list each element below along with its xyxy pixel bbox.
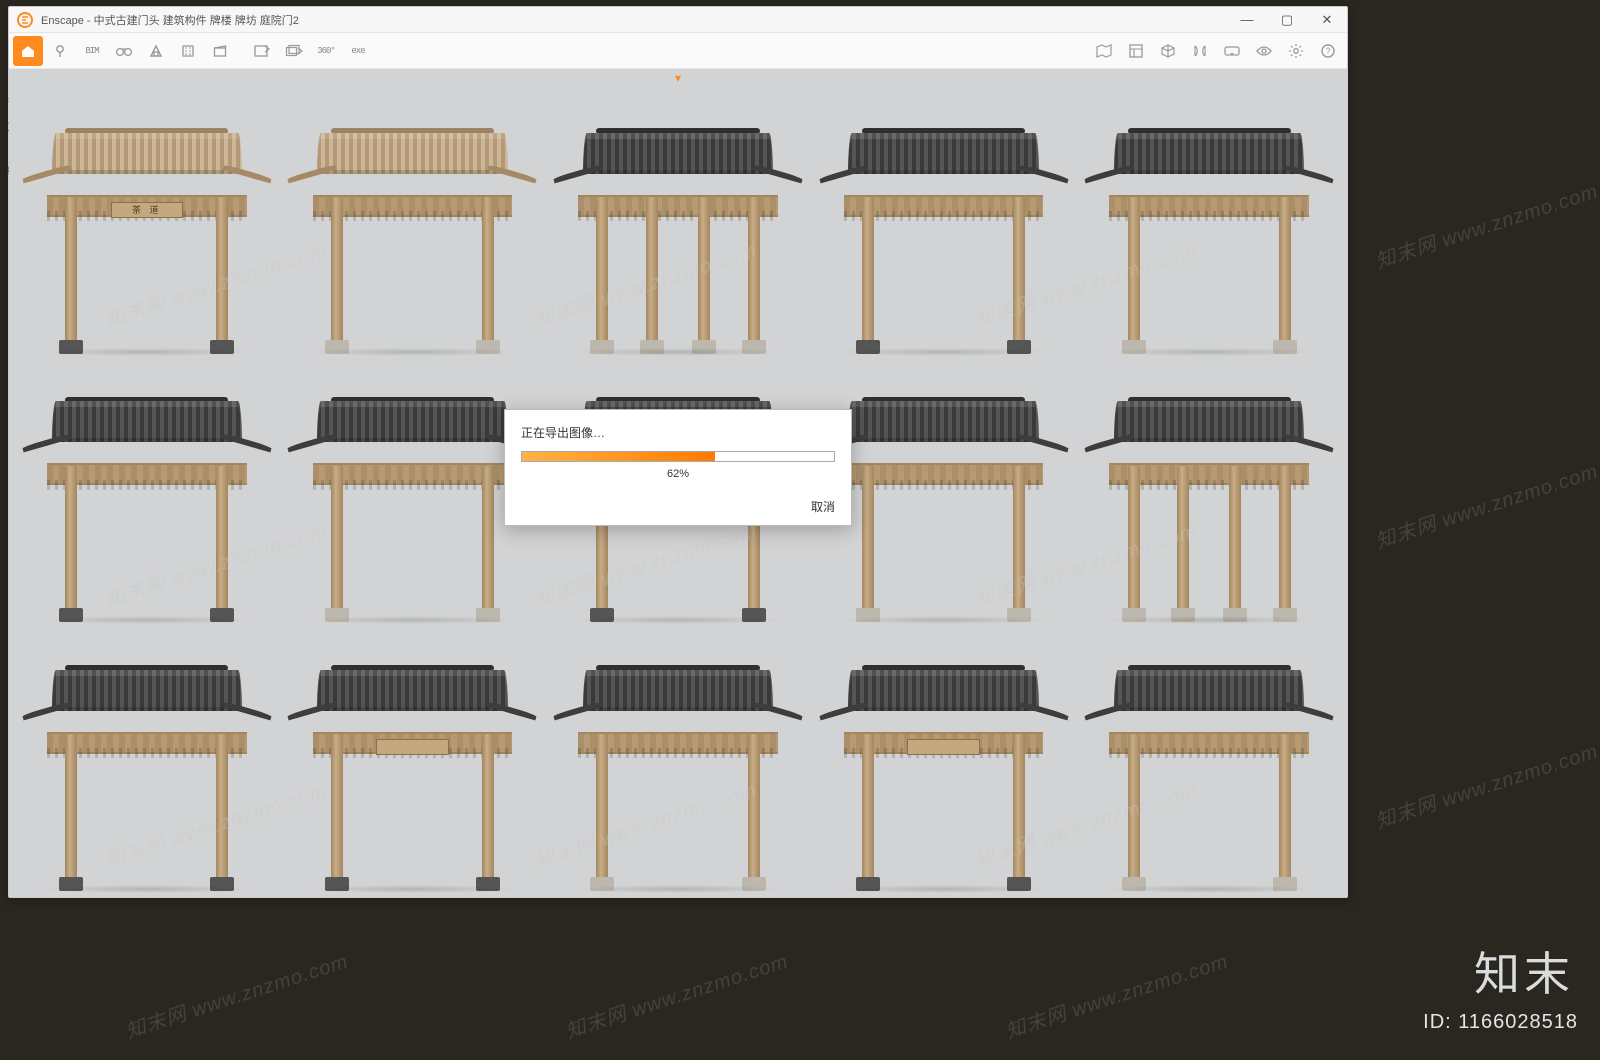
- progress-bar: [521, 451, 835, 462]
- asset-id-label: ID: 1166028518: [1423, 1011, 1578, 1034]
- pin-icon[interactable]: [45, 36, 75, 66]
- viewport[interactable]: ▾ 茶 道: [9, 69, 1347, 897]
- progress-value: 62%: [521, 468, 835, 480]
- building-icon[interactable]: [173, 36, 203, 66]
- toolbar-left-group: BIM 360° exe: [13, 36, 373, 66]
- binoculars-icon[interactable]: [109, 36, 139, 66]
- gate-thumb: [1077, 624, 1341, 887]
- gate-thumb: [15, 356, 279, 619]
- help-icon[interactable]: ?: [1313, 36, 1343, 66]
- dialog-title: 正在导出图像…: [521, 424, 835, 441]
- maximize-button[interactable]: ▢: [1267, 7, 1307, 33]
- svg-text:?: ?: [1325, 46, 1330, 56]
- watermark-text: 知末网 www.znzmo.com: [1371, 735, 1600, 834]
- gate-thumb: [546, 87, 810, 350]
- watermark-text: 知末网 www.znzmo.com: [1371, 175, 1600, 274]
- watermark-text: 知末网 www.znzmo.com: [1371, 455, 1600, 554]
- asset-library-icon[interactable]: [1121, 36, 1151, 66]
- clapboard-icon[interactable]: [205, 36, 235, 66]
- export-exe-icon[interactable]: exe: [343, 36, 373, 66]
- triangle-icon[interactable]: [141, 36, 171, 66]
- enscape-logo-icon: [15, 10, 35, 30]
- gate-thumb: [15, 624, 279, 887]
- gate-thumb: [281, 624, 545, 887]
- export-progress-dialog: 正在导出图像… 62% 取消: [504, 409, 852, 526]
- gate-thumb: [812, 624, 1076, 887]
- toolbar-right-group: ?: [1089, 36, 1343, 66]
- export-image-icon[interactable]: [247, 36, 277, 66]
- gate-thumb: [1077, 356, 1341, 619]
- titlebar: Enscape - 中式古建门头 建筑构件 牌楼 牌坊 庭院门2 — ▢ ✕: [9, 7, 1347, 33]
- export-batch-icon[interactable]: [279, 36, 309, 66]
- close-button[interactable]: ✕: [1307, 7, 1347, 33]
- window-title: Enscape - 中式古建门头 建筑构件 牌楼 牌坊 庭院门2: [41, 12, 299, 28]
- settings-icon[interactable]: [1281, 36, 1311, 66]
- gate-thumb: [546, 624, 810, 887]
- view-360-icon[interactable]: 360°: [311, 36, 341, 66]
- brand-watermark: 知末: [1474, 938, 1574, 1004]
- bim-icon[interactable]: BIM: [77, 36, 107, 66]
- home-icon[interactable]: [13, 36, 43, 66]
- watermark-text: 知末网 www.znzmo.com: [121, 945, 351, 1044]
- progress-bar-fill: [522, 452, 715, 461]
- gate-thumb: [1077, 87, 1341, 350]
- visibility-icon[interactable]: [1249, 36, 1279, 66]
- vr-icon[interactable]: [1217, 36, 1247, 66]
- gate-thumb: 茶 道: [15, 87, 279, 350]
- cube-icon[interactable]: [1153, 36, 1183, 66]
- cancel-button[interactable]: 取消: [811, 500, 835, 514]
- compare-icon[interactable]: [1185, 36, 1215, 66]
- map-icon[interactable]: [1089, 36, 1119, 66]
- watermark-text: 知末网 www.znzmo.com: [1001, 945, 1231, 1044]
- toolbar: BIM 360° exe ?: [9, 33, 1347, 69]
- gate-thumb: [812, 87, 1076, 350]
- watermark-text: 知末网 www.znzmo.com: [561, 945, 791, 1044]
- app-window: Enscape - 中式古建门头 建筑构件 牌楼 牌坊 庭院门2 — ▢ ✕ B…: [8, 6, 1348, 898]
- gate-thumb: [281, 87, 545, 350]
- minimize-button[interactable]: —: [1227, 7, 1267, 33]
